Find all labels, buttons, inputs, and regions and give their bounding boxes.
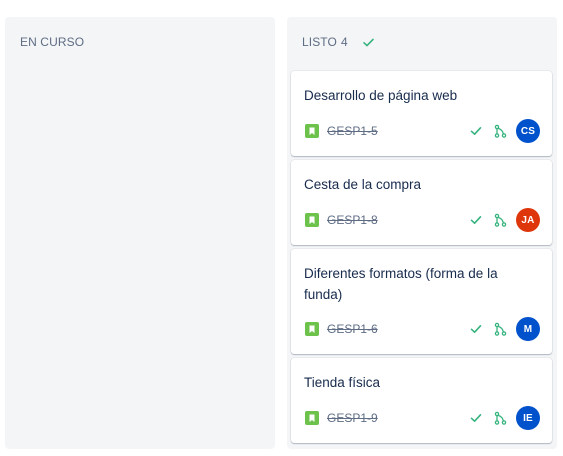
card-title: Cesta de la compra [304, 177, 422, 192]
avatar[interactable]: IE [516, 406, 540, 430]
check-icon [469, 124, 483, 138]
story-bookmark-icon [305, 411, 319, 425]
git-branch-icon[interactable] [493, 213, 507, 227]
kanban-board: EN CURSO LISTO 4 Desarrollo de página we… [0, 0, 563, 456]
git-branch-icon[interactable] [493, 411, 507, 425]
issue-key[interactable]: GESP1-6 [327, 322, 378, 336]
column-en-curso: EN CURSO [5, 17, 275, 449]
story-bookmark-icon [305, 213, 319, 227]
issue-key[interactable]: GESP1-9 [327, 411, 378, 425]
column-header-listo: LISTO 4 [302, 35, 375, 49]
git-branch-icon[interactable] [493, 322, 507, 336]
card-footer: GESP1-5 CS [305, 119, 540, 143]
avatar[interactable]: CS [516, 119, 540, 143]
card-footer: GESP1-8 JA [305, 208, 540, 232]
issue-card[interactable]: Cesta de la compra GESP1-8 JA [291, 160, 552, 245]
column-title: LISTO [302, 35, 337, 49]
issue-card[interactable]: Tienda física GESP1-9 IE [291, 358, 552, 443]
issue-key[interactable]: GESP1-8 [327, 213, 378, 227]
story-bookmark-icon [305, 124, 319, 138]
check-icon [469, 411, 483, 425]
check-icon [469, 322, 483, 336]
column-issue-count: 4 [340, 35, 348, 49]
check-icon [362, 36, 375, 49]
column-title: EN CURSO [20, 35, 85, 49]
issue-key[interactable]: GESP1-5 [327, 124, 378, 138]
column-header-en-curso: EN CURSO [20, 35, 84, 49]
card-footer: GESP1-6 M [305, 317, 540, 341]
check-icon [469, 213, 483, 227]
issue-card[interactable]: Desarrollo de página web GESP1-5 CS [291, 71, 552, 156]
card-title: Diferentes formatos (forma de la funda) [304, 266, 498, 302]
card-footer: GESP1-9 IE [305, 406, 540, 430]
column-listo: LISTO 4 Desarrollo de página web GESP1-5 [287, 17, 557, 449]
card-title: Desarrollo de página web [304, 88, 458, 103]
card-title: Tienda física [304, 375, 381, 390]
git-branch-icon[interactable] [493, 124, 507, 138]
avatar[interactable]: M [516, 317, 540, 341]
avatar[interactable]: JA [516, 208, 540, 232]
issue-card[interactable]: Diferentes formatos (forma de la funda) … [291, 249, 552, 354]
story-bookmark-icon [305, 322, 319, 336]
